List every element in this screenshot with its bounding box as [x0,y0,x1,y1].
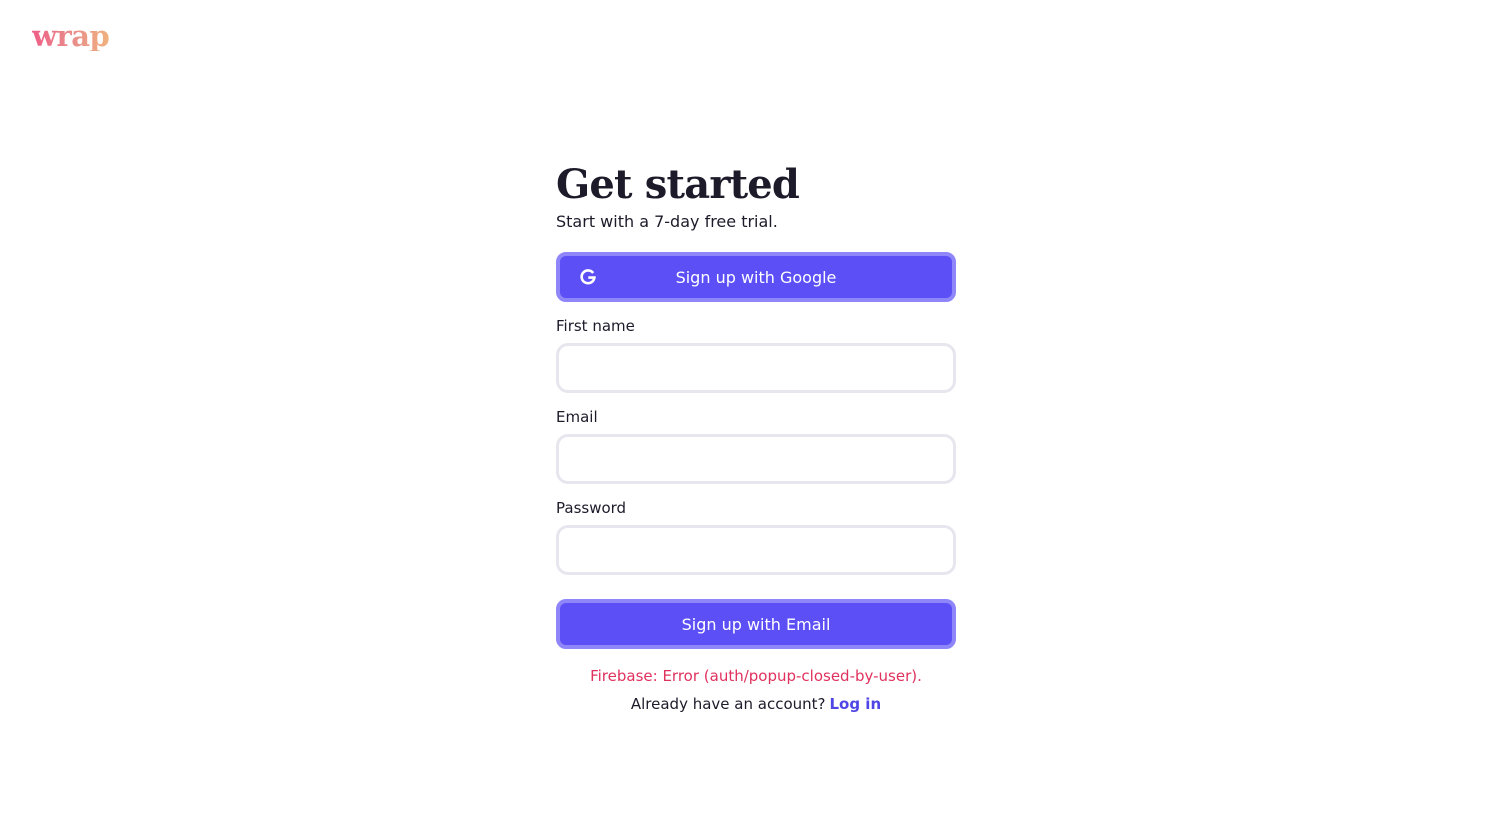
login-prompt-text: Already have an account? [630,695,826,713]
first-name-input[interactable] [556,343,956,393]
email-label: Email [556,408,598,426]
signup-form: Get started Start with a 7-day free tria… [556,160,956,715]
sign-up-google-button[interactable]: Sign up with Google [556,252,956,302]
sign-up-email-label: Sign up with Email [681,614,831,634]
password-input[interactable] [556,525,956,575]
login-prompt-row: Already have an account? Log in [556,693,956,715]
password-label: Password [556,499,627,517]
sign-up-email-button[interactable]: Sign up with Email [556,599,956,649]
google-g-icon [578,267,598,287]
first-name-label: First name [556,317,635,335]
email-input[interactable] [556,434,956,484]
sign-up-google-label: Sign up with Google [675,267,837,287]
error-message: Firebase: Error (auth/popup-closed-by-us… [590,667,922,685]
wrap-logo[interactable]: wrap [32,22,110,51]
page-subtitle: Start with a 7-day free trial. [556,212,778,231]
login-link[interactable]: Log in [829,695,881,713]
page-title: Get started [556,161,800,208]
